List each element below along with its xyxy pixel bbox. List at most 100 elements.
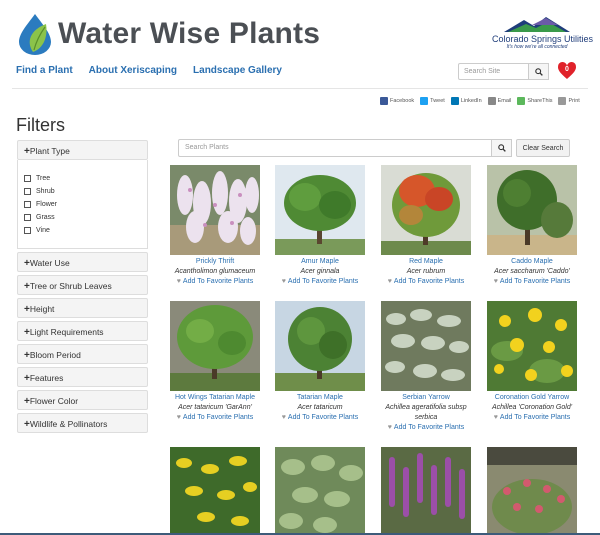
share-tweet[interactable]: Tweet	[420, 97, 445, 105]
plant-photo-serbian-yarrow[interactable]	[381, 301, 471, 391]
add-to-favorites-link[interactable]: ♥ Add To Favorite Plants	[270, 277, 370, 287]
share-print-label: Print	[568, 98, 580, 104]
plant-card[interactable]: Tatarian Maple Acer tataricum ♥ Add To Fa…	[270, 301, 370, 423]
plant-card[interactable]: Red Maple Acer rubrum ♥ Add To Favorite P…	[376, 165, 476, 287]
plant-common-name[interactable]: Hot Wings Tatarian Maple	[165, 393, 265, 403]
add-to-favorites-link[interactable]: ♥ Add To Favorite Plants	[376, 423, 476, 433]
site-search-input[interactable]: Search Site	[458, 63, 529, 80]
plant-card[interactable]: Coronation Gold Yarrow Achillea 'Coronat…	[482, 301, 582, 423]
partner-tagline: It's how we're all connected	[506, 44, 568, 50]
nav-about-xeriscaping[interactable]: About Xeriscaping	[89, 65, 177, 76]
plant-common-name[interactable]: Red Maple	[376, 257, 476, 267]
plant-card[interactable]: Caddo Maple Acer saccharum 'Caddo' ♥ Add …	[482, 165, 582, 287]
filter-wildlife-pollinators[interactable]: +Wildlife & Pollinators	[17, 413, 148, 433]
plant-photo-hot-wings-tatarian-maple[interactable]	[170, 301, 260, 391]
filter-water-use[interactable]: +Water Use	[17, 252, 148, 272]
add-to-favorites-label: Add To Favorite Plants	[287, 414, 359, 421]
nav-landscape-gallery[interactable]: Landscape Gallery	[193, 65, 282, 76]
plant-search-input[interactable]: Search Plants	[178, 139, 492, 157]
filter-option-tree[interactable]: Tree	[24, 172, 141, 185]
plant-common-name[interactable]: Amur Maple	[270, 257, 370, 267]
plant-scientific-name: Acer tataricum	[297, 404, 343, 411]
nav-find-a-plant[interactable]: Find a Plant	[16, 65, 73, 76]
filter-tree-or-shrub-leaves[interactable]: +Tree or Shrub Leaves	[17, 275, 148, 295]
add-to-favorites-link[interactable]: ♥ Add To Favorite Plants	[165, 277, 265, 287]
partner-name: Colorado Springs Utilities	[492, 34, 594, 44]
filter-label: Height	[29, 304, 55, 314]
filter-height[interactable]: +Height	[17, 298, 148, 318]
filter-option-grass[interactable]: Grass	[24, 211, 141, 224]
filter-features[interactable]: +Features	[17, 367, 148, 387]
search-icon	[534, 67, 543, 76]
add-to-favorites-link[interactable]: ♥ Add To Favorite Plants	[376, 277, 476, 287]
share-facebook-label: Facebook	[390, 98, 415, 104]
checkbox[interactable]	[24, 201, 31, 208]
filter-plant-type[interactable]: +Plant Type	[17, 140, 148, 160]
plant-card[interactable]	[165, 447, 265, 535]
heart-icon: ♥	[387, 278, 392, 285]
add-to-favorites-label: Add To Favorite Plants	[393, 278, 465, 285]
share-linkedin[interactable]: LinkedIn	[450, 97, 482, 105]
plant-common-name[interactable]: Coronation Gold Yarrow	[482, 393, 582, 403]
clear-search-button[interactable]: Clear Search	[516, 139, 570, 157]
share-email[interactable]: Email	[487, 97, 512, 105]
add-to-favorites-link[interactable]: ♥ Add To Favorite Plants	[482, 277, 582, 287]
plant-photo[interactable]	[170, 447, 260, 535]
add-to-favorites-link[interactable]: ♥ Add To Favorite Plants	[482, 413, 582, 423]
plant-photo[interactable]	[275, 447, 365, 535]
checkbox[interactable]	[24, 175, 31, 182]
filter-option-shrub[interactable]: Shrub	[24, 185, 141, 198]
checkbox[interactable]	[24, 214, 31, 221]
plant-card[interactable]: Amur Maple Acer ginnala ♥ Add To Favorite…	[270, 165, 370, 287]
plant-card[interactable]: Hot Wings Tatarian Maple Acer tataricum …	[165, 301, 265, 423]
heart-icon: ♥	[493, 414, 498, 421]
sharethis-icon	[517, 97, 526, 105]
filter-bloom-period[interactable]: +Bloom Period	[17, 344, 148, 364]
site-search-button[interactable]	[529, 63, 549, 80]
share-facebook[interactable]: Facebook	[380, 97, 414, 105]
checkbox[interactable]	[24, 227, 31, 234]
plant-card[interactable]: Serbian Yarrow Achillea ageratifolia sub…	[376, 301, 476, 433]
plant-common-name[interactable]: Prickly Thrift	[165, 257, 265, 267]
plant-scientific-name-cont: serbica	[414, 414, 438, 421]
share-tweet-label: Tweet	[430, 98, 445, 104]
filter-light-requirements[interactable]: +Light Requirements	[17, 321, 148, 341]
plant-common-name[interactable]: Serbian Yarrow	[376, 393, 476, 403]
plant-common-name[interactable]: Caddo Maple	[482, 257, 582, 267]
plant-scientific-name: Acer tataricum 'GarAnn'	[178, 404, 252, 411]
filter-label: Wildlife & Pollinators	[29, 419, 108, 429]
plant-photo[interactable]	[487, 447, 577, 535]
plant-photo-prickly-thrift[interactable]	[170, 165, 260, 255]
filter-label: Bloom Period	[29, 350, 81, 360]
partner-logo[interactable]: Colorado Springs Utilities It's how we'r…	[492, 14, 594, 50]
share-sharethis[interactable]: ShareThis	[517, 97, 552, 105]
plant-photo-caddo-maple[interactable]	[487, 165, 577, 255]
filter-option-label: Flower	[36, 201, 58, 208]
filter-option-flower[interactable]: Flower	[24, 198, 141, 211]
add-to-favorites-link[interactable]: ♥ Add To Favorite Plants	[165, 413, 265, 423]
heart-icon: ♥	[281, 414, 286, 421]
email-icon	[487, 97, 496, 105]
share-email-label: Email	[497, 98, 512, 104]
plant-photo-tatarian-maple[interactable]	[275, 301, 365, 391]
plant-card[interactable]	[376, 447, 476, 535]
checkbox[interactable]	[24, 188, 31, 195]
plant-photo[interactable]	[381, 447, 471, 535]
plant-photo-coronation-gold-yarrow[interactable]	[487, 301, 577, 391]
plant-common-name[interactable]: Tatarian Maple	[270, 393, 370, 403]
plant-search-button[interactable]	[492, 139, 512, 157]
heart-icon: ♥	[281, 278, 286, 285]
plant-card[interactable]: Prickly Thrift Acantholimon glumaceum ♥ A…	[165, 165, 265, 287]
plant-card[interactable]	[270, 447, 370, 535]
share-print[interactable]: Print	[558, 97, 580, 105]
plant-scientific-name: Achillea ageratifolia subsp	[385, 404, 467, 411]
plant-scientific-name: Achillea 'Coronation Gold'	[491, 404, 573, 411]
plant-card[interactable]	[482, 447, 582, 535]
filter-option-vine[interactable]: Vine	[24, 224, 141, 237]
favorites-count: 0	[565, 66, 569, 73]
filter-flower-color[interactable]: +Flower Color	[17, 390, 148, 410]
add-to-favorites-link[interactable]: ♥ Add To Favorite Plants	[270, 413, 370, 423]
plant-photo-red-maple[interactable]	[381, 165, 471, 255]
plant-photo-amur-maple[interactable]	[275, 165, 365, 255]
site-logo[interactable]: Water Wise Plants	[16, 12, 320, 56]
